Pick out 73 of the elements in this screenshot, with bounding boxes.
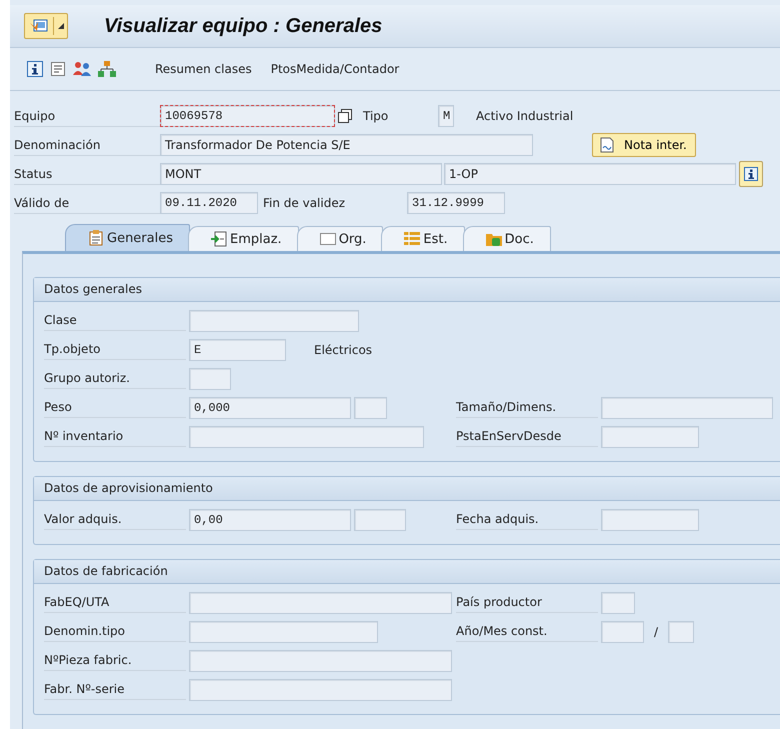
- dropdown-icon: [58, 23, 64, 29]
- info-button[interactable]: [739, 161, 763, 187]
- input-field[interactable]: 0,000: [189, 396, 351, 418]
- input-field[interactable]: 31.12.9999: [407, 192, 505, 214]
- tab[interactable]: Org.: [296, 226, 384, 251]
- field-label: Grupo autoriz.: [44, 368, 186, 389]
- hierarchy-icon[interactable]: [98, 61, 116, 77]
- group-title: Datos de fabricación: [34, 560, 780, 584]
- document-icon[interactable]: [50, 61, 66, 77]
- info-icon[interactable]: [27, 61, 43, 77]
- field-label: Clase: [44, 310, 186, 331]
- tab-icon: [88, 230, 104, 246]
- field-label: Peso: [44, 397, 186, 418]
- tab[interactable]: Doc.: [462, 226, 551, 251]
- tab-icon: [211, 231, 228, 247]
- input-field[interactable]: [601, 426, 699, 448]
- group-title: Datos generales: [34, 278, 780, 302]
- field-label: Tipo: [363, 108, 390, 125]
- input-field[interactable]: 1-OP: [444, 163, 736, 185]
- input-field[interactable]: [354, 396, 387, 418]
- field-label: PstaEnServDesde: [456, 426, 598, 447]
- tab-icon: [404, 231, 420, 247]
- input-field[interactable]: E: [189, 338, 286, 360]
- input-field[interactable]: MONT: [160, 163, 442, 185]
- note-icon: [599, 137, 615, 153]
- input-field[interactable]: [189, 310, 359, 332]
- input-field[interactable]: [668, 620, 694, 642]
- toolbar-button[interactable]: Resumen clases: [149, 62, 258, 76]
- separator-text: /: [654, 624, 658, 638]
- menu-button[interactable]: [24, 13, 68, 39]
- input-field[interactable]: 10069578: [160, 105, 335, 127]
- group-title: Datos de aprovisionamiento: [34, 477, 780, 501]
- input-field[interactable]: [601, 620, 644, 642]
- field-label: Tp.objeto: [44, 339, 186, 360]
- field-label: NºPieza fabric.: [44, 650, 186, 671]
- copy-icon[interactable]: [337, 108, 353, 124]
- input-field[interactable]: Transformador De Potencia S/E: [160, 134, 533, 156]
- input-field[interactable]: [189, 650, 452, 672]
- window-title: Visualizar equipo : Generales: [104, 14, 382, 38]
- input-field[interactable]: [189, 592, 452, 614]
- field-label: Fecha adquis.: [456, 509, 598, 530]
- field-label: FabEQ/UTA: [44, 592, 186, 613]
- input-field[interactable]: [601, 396, 773, 418]
- input-field[interactable]: [189, 620, 378, 642]
- field-label: Tamaño/Dimens.: [456, 397, 598, 418]
- field-description: Eléctricos: [314, 342, 372, 356]
- field-label: Fabr. Nº-serie: [44, 679, 186, 700]
- field-description: Activo Industrial: [476, 109, 574, 123]
- field-label: Año/Mes const.: [456, 621, 598, 642]
- tab[interactable]: Est.: [381, 226, 465, 251]
- screen-icon: [29, 18, 49, 34]
- info-icon: [744, 167, 758, 181]
- field-label: Fin de validez: [263, 195, 346, 212]
- tab[interactable]: Emplaz.: [188, 226, 299, 251]
- input-field[interactable]: [601, 592, 635, 614]
- field-label: Nº inventario: [44, 426, 186, 447]
- field-label: Denomin.tipo: [44, 621, 186, 642]
- input-field[interactable]: M: [438, 105, 454, 127]
- input-field[interactable]: [189, 426, 424, 448]
- input-field[interactable]: 0,00: [189, 508, 351, 530]
- input-field[interactable]: [189, 368, 231, 390]
- input-field[interactable]: [189, 678, 452, 700]
- input-field[interactable]: [354, 508, 406, 530]
- field-label: Valor adquis.: [44, 509, 186, 530]
- people-icon[interactable]: [73, 61, 91, 77]
- note-button[interactable]: Nota inter.: [592, 133, 696, 157]
- tab-icon: [320, 231, 336, 247]
- toolbar-button[interactable]: PtosMedida/Contador: [264, 62, 406, 76]
- input-field[interactable]: 09.11.2020: [160, 192, 258, 214]
- tab[interactable]: Generales: [65, 224, 190, 251]
- field-label: País productor: [456, 592, 598, 613]
- tab-icon: [486, 231, 502, 247]
- input-field[interactable]: [601, 508, 699, 530]
